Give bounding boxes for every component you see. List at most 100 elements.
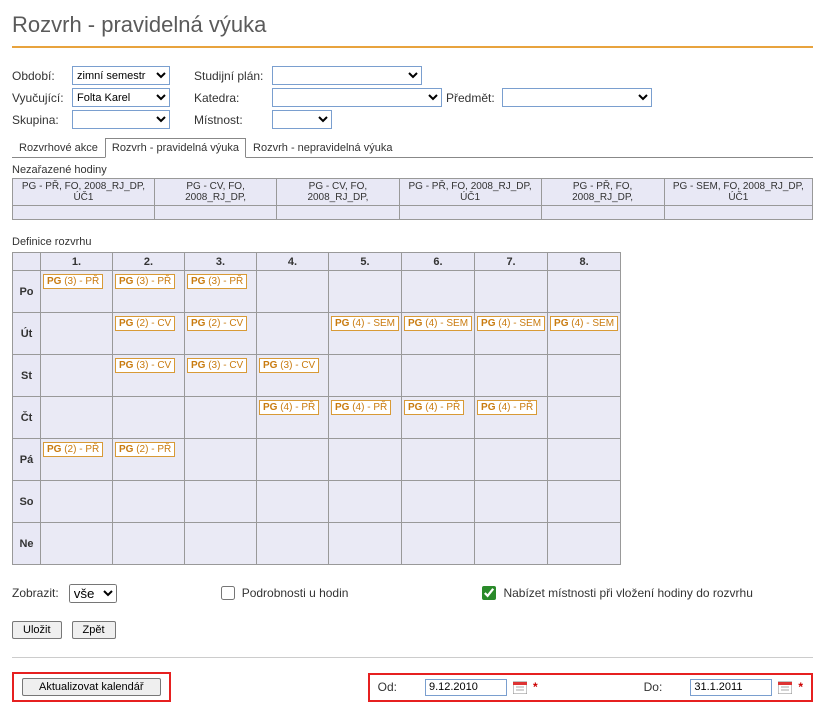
grid-cell[interactable] xyxy=(548,271,621,313)
grid-cell[interactable] xyxy=(548,481,621,523)
lesson-chip[interactable]: PG (2) - CV xyxy=(115,316,175,331)
grid-cell[interactable] xyxy=(548,397,621,439)
room-select[interactable] xyxy=(272,110,332,129)
lesson-chip[interactable]: PG (3) - PŘ xyxy=(43,274,103,289)
grid-cell[interactable] xyxy=(402,271,475,313)
grid-cell[interactable] xyxy=(402,523,475,565)
lesson-chip[interactable]: PG (2) - CV xyxy=(187,316,247,331)
tab-actions[interactable]: Rozvrhové akce xyxy=(12,138,105,158)
grid-cell[interactable]: PG (3) - PŘ xyxy=(113,271,185,313)
calendar-icon[interactable] xyxy=(513,680,527,694)
grid-cell[interactable]: PG (2) - PŘ xyxy=(113,439,185,481)
unassigned-cell[interactable] xyxy=(664,206,812,220)
unassigned-header[interactable]: PG - SEM, FO, 2008_RJ_DP, ÚČ1 xyxy=(664,179,812,206)
grid-cell[interactable] xyxy=(475,271,548,313)
offer-rooms-checkbox[interactable] xyxy=(482,586,496,600)
offer-rooms-label[interactable]: Nabízet místnosti při vložení hodiny do … xyxy=(503,586,752,600)
grid-cell[interactable]: PG (4) - PŘ xyxy=(329,397,402,439)
grid-cell[interactable] xyxy=(41,523,113,565)
lesson-chip[interactable]: PG (4) - PŘ xyxy=(259,400,319,415)
plan-select[interactable] xyxy=(272,66,422,85)
grid-cell[interactable] xyxy=(41,355,113,397)
grid-cell[interactable]: PG (4) - SEM xyxy=(329,313,402,355)
unassigned-header[interactable]: PG - PŘ, FO, 2008_RJ_DP, ÚČ1 xyxy=(13,179,155,206)
grid-cell[interactable] xyxy=(548,355,621,397)
grid-cell[interactable] xyxy=(257,523,329,565)
grid-cell[interactable]: PG (2) - CV xyxy=(185,313,257,355)
calendar-icon[interactable] xyxy=(778,680,792,694)
grid-cell[interactable] xyxy=(402,439,475,481)
grid-cell[interactable]: PG (4) - SEM xyxy=(548,313,621,355)
unassigned-cell[interactable] xyxy=(399,206,541,220)
unassigned-cell[interactable] xyxy=(277,206,399,220)
details-checkbox[interactable] xyxy=(221,586,235,600)
period-select[interactable]: zimní semestr xyxy=(72,66,170,85)
grid-cell[interactable]: PG (3) - CV xyxy=(113,355,185,397)
back-button[interactable]: Zpět xyxy=(72,621,116,639)
grid-cell[interactable] xyxy=(329,481,402,523)
grid-cell[interactable] xyxy=(257,271,329,313)
grid-cell[interactable] xyxy=(113,481,185,523)
grid-cell[interactable] xyxy=(329,271,402,313)
lesson-chip[interactable]: PG (3) - CV xyxy=(115,358,175,373)
lesson-chip[interactable]: PG (4) - SEM xyxy=(331,316,399,331)
lesson-chip[interactable]: PG (3) - CV xyxy=(259,358,319,373)
grid-cell[interactable] xyxy=(329,355,402,397)
unassigned-cell[interactable] xyxy=(154,206,276,220)
grid-cell[interactable]: PG (2) - PŘ xyxy=(41,439,113,481)
lesson-chip[interactable]: PG (4) - PŘ xyxy=(477,400,537,415)
grid-cell[interactable]: PG (4) - PŘ xyxy=(402,397,475,439)
unassigned-cell[interactable] xyxy=(13,206,155,220)
subject-select[interactable] xyxy=(502,88,652,107)
grid-cell[interactable]: PG (3) - PŘ xyxy=(185,271,257,313)
date-from-input[interactable] xyxy=(425,679,507,696)
lesson-chip[interactable]: PG (4) - SEM xyxy=(550,316,618,331)
grid-cell[interactable] xyxy=(185,481,257,523)
grid-cell[interactable] xyxy=(475,523,548,565)
grid-cell[interactable] xyxy=(113,523,185,565)
tab-regular[interactable]: Rozvrh - pravidelná výuka xyxy=(105,138,246,158)
tab-irregular[interactable]: Rozvrh - nepravidelná výuka xyxy=(246,138,399,158)
dept-select[interactable] xyxy=(272,88,442,107)
grid-cell[interactable]: PG (3) - CV xyxy=(185,355,257,397)
grid-cell[interactable]: PG (4) - PŘ xyxy=(257,397,329,439)
lesson-chip[interactable]: PG (3) - PŘ xyxy=(187,274,247,289)
grid-cell[interactable]: PG (4) - PŘ xyxy=(475,397,548,439)
group-select[interactable] xyxy=(72,110,170,129)
grid-cell[interactable] xyxy=(402,481,475,523)
lesson-chip[interactable]: PG (3) - PŘ xyxy=(115,274,175,289)
grid-cell[interactable] xyxy=(548,523,621,565)
grid-cell[interactable]: PG (4) - SEM xyxy=(402,313,475,355)
unassigned-cell[interactable] xyxy=(541,206,664,220)
grid-cell[interactable] xyxy=(548,439,621,481)
update-calendar-button[interactable]: Aktualizovat kalendář xyxy=(22,678,161,696)
lesson-chip[interactable]: PG (4) - PŘ xyxy=(331,400,391,415)
grid-cell[interactable] xyxy=(475,355,548,397)
grid-cell[interactable] xyxy=(185,439,257,481)
unassigned-header[interactable]: PG - CV, FO, 2008_RJ_DP, xyxy=(277,179,399,206)
lesson-chip[interactable]: PG (4) - SEM xyxy=(404,316,472,331)
grid-cell[interactable] xyxy=(113,397,185,439)
grid-cell[interactable]: PG (3) - PŘ xyxy=(41,271,113,313)
grid-cell[interactable]: PG (2) - CV xyxy=(113,313,185,355)
grid-cell[interactable]: PG (4) - SEM xyxy=(475,313,548,355)
grid-cell[interactable] xyxy=(329,523,402,565)
grid-cell[interactable]: PG (3) - CV xyxy=(257,355,329,397)
unassigned-header[interactable]: PG - PŘ, FO, 2008_RJ_DP, ÚČ1 xyxy=(399,179,541,206)
details-label[interactable]: Podrobnosti u hodin xyxy=(242,586,349,600)
lesson-chip[interactable]: PG (2) - PŘ xyxy=(43,442,103,457)
lesson-chip[interactable]: PG (2) - PŘ xyxy=(115,442,175,457)
grid-cell[interactable] xyxy=(475,439,548,481)
grid-cell[interactable] xyxy=(257,481,329,523)
teacher-select[interactable]: Folta Karel xyxy=(72,88,170,107)
grid-cell[interactable] xyxy=(185,523,257,565)
grid-cell[interactable] xyxy=(185,397,257,439)
grid-cell[interactable] xyxy=(402,355,475,397)
unassigned-header[interactable]: PG - PŘ, FO, 2008_RJ_DP, xyxy=(541,179,664,206)
unassigned-header[interactable]: PG - CV, FO, 2008_RJ_DP, xyxy=(154,179,276,206)
grid-cell[interactable] xyxy=(41,313,113,355)
date-to-input[interactable] xyxy=(690,679,772,696)
lesson-chip[interactable]: PG (4) - SEM xyxy=(477,316,545,331)
grid-cell[interactable] xyxy=(475,481,548,523)
grid-cell[interactable] xyxy=(41,481,113,523)
